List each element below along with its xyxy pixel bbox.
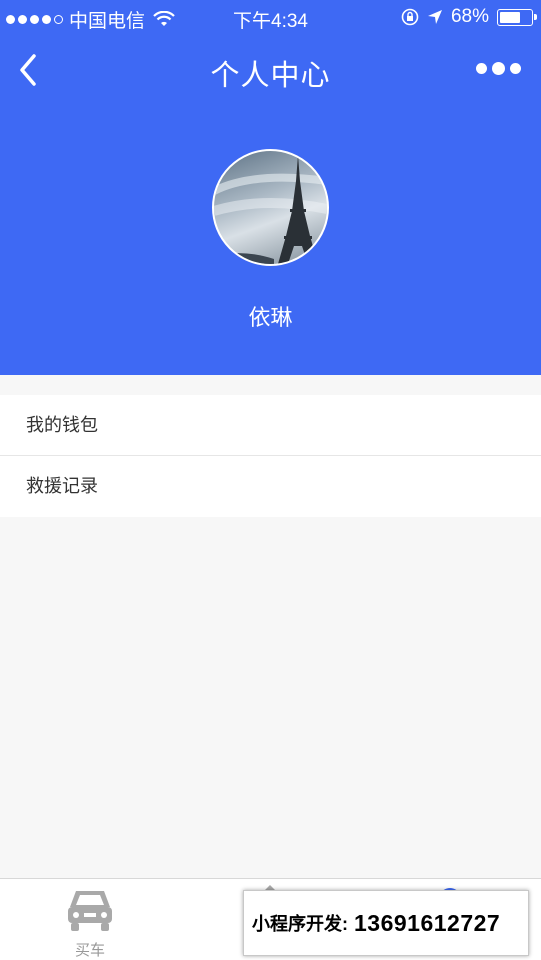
more-dots-icon xyxy=(476,63,487,74)
tab-buy-car[interactable]: 买车 xyxy=(0,879,180,960)
more-button[interactable] xyxy=(476,62,521,75)
banner-label: 小程序开发: xyxy=(252,914,348,934)
tab-label-buy-car: 买车 xyxy=(74,942,105,959)
battery-icon xyxy=(497,8,537,26)
page-title: 个人中心 xyxy=(210,60,331,92)
menu-item-wallet[interactable]: 我的钱包 xyxy=(0,395,541,456)
banner-phone: 13691612727 xyxy=(354,909,501,936)
status-bar: 中国电信 下午4:34 68% xyxy=(0,0,541,34)
developer-contact-banner: 小程序开发: 13691612727 xyxy=(243,890,529,956)
location-arrow-icon xyxy=(427,10,442,24)
menu-list: 我的钱包 救援记录 xyxy=(0,395,541,517)
eiffel-tower-image xyxy=(214,155,327,264)
username: 依琳 xyxy=(248,305,293,330)
navigation-bar: 个人中心 xyxy=(0,34,541,106)
rotation-lock-icon xyxy=(401,8,419,26)
profile-header: 中国电信 下午4:34 68% 个人中心 依琳 xyxy=(0,0,541,375)
avatar[interactable] xyxy=(212,149,329,266)
battery-percent: 68% xyxy=(450,6,489,27)
menu-item-rescue-records[interactable]: 救援记录 xyxy=(0,456,541,517)
car-icon xyxy=(68,891,112,931)
